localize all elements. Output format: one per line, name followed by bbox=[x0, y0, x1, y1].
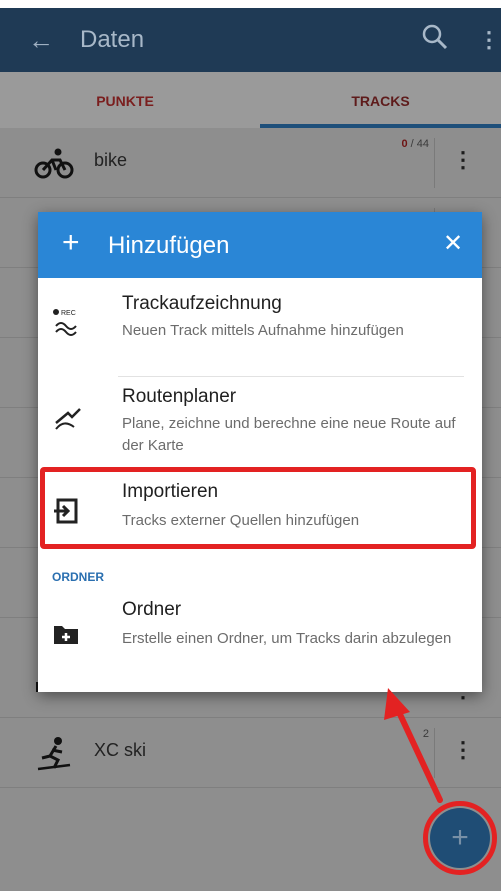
menu-item-description: Erstelle einen Ordner, um Tracks darin a… bbox=[122, 630, 452, 647]
ski-icon bbox=[34, 736, 74, 777]
add-dialog: + Hinzufügen ✕ REC Trackaufzeichnung Neu… bbox=[38, 212, 482, 692]
status-strip bbox=[0, 0, 501, 8]
search-icon[interactable] bbox=[420, 22, 450, 57]
tab-bar: PUNKTE TRACKS bbox=[0, 72, 501, 128]
list-item[interactable]: XC ski 2 ⋮ bbox=[0, 718, 501, 788]
menu-item-folder[interactable]: Ordner Erstelle einen Ordner, um Tracks … bbox=[38, 590, 482, 690]
app-bar: ← Daten ⋮ bbox=[0, 8, 501, 72]
menu-item-track-recording[interactable]: REC Trackaufzeichnung Neuen Track mittel… bbox=[38, 278, 482, 376]
bicycle-icon bbox=[34, 146, 74, 185]
dialog-title: Hinzufügen bbox=[108, 232, 230, 259]
highlight-ring bbox=[423, 801, 497, 875]
plus-icon: + bbox=[62, 226, 80, 259]
route-planner-icon bbox=[52, 401, 86, 436]
page-title: Daten bbox=[80, 26, 145, 53]
list-item[interactable]: bike 0 / 44 ⋮ bbox=[0, 128, 501, 198]
highlight-box bbox=[40, 467, 476, 549]
close-icon[interactable]: ✕ bbox=[443, 230, 463, 258]
more-vert-icon[interactable]: ⋮ bbox=[478, 24, 500, 56]
track-name: bike bbox=[94, 150, 128, 170]
section-label: ORDNER bbox=[52, 570, 105, 584]
menu-item-title: Trackaufzeichnung bbox=[122, 293, 282, 314]
divider bbox=[434, 138, 435, 188]
menu-item-description: Neuen Track mittels Aufnahme hinzufügen bbox=[122, 322, 404, 339]
more-vert-icon[interactable]: ⋮ bbox=[452, 738, 474, 762]
menu-item-description: Plane, zeichne und berechne eine neue Ro… bbox=[122, 415, 456, 454]
track-count: 2 bbox=[422, 728, 429, 740]
svg-text:REC: REC bbox=[61, 310, 76, 317]
tab-tracks[interactable]: TRACKS bbox=[260, 72, 501, 128]
dialog-header: + Hinzufügen ✕ bbox=[38, 212, 482, 278]
track-name: XC ski bbox=[94, 740, 147, 760]
folder-add-icon bbox=[52, 622, 82, 651]
divider bbox=[434, 728, 435, 778]
tab-punkte[interactable]: PUNKTE bbox=[0, 72, 250, 128]
track-recording-icon: REC bbox=[52, 306, 86, 341]
menu-item-route-planner[interactable]: Routenplaner Plane, zeichne und berechne… bbox=[38, 377, 482, 469]
more-vert-icon[interactable]: ⋮ bbox=[452, 148, 474, 172]
menu-item-title: Routenplaner bbox=[122, 386, 237, 407]
track-count: 0 / 44 bbox=[401, 138, 429, 150]
menu-item-title: Ordner bbox=[122, 599, 182, 620]
arrow-left-icon[interactable]: ← bbox=[28, 24, 54, 56]
